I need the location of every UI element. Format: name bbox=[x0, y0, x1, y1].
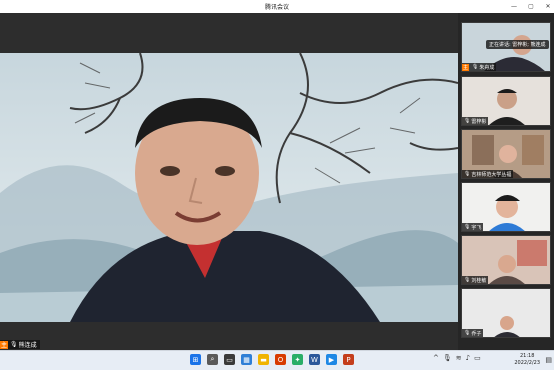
chevron-up-icon[interactable]: ^ bbox=[433, 354, 439, 362]
speaking-indicator: 正在讲话: 雷梓彬; 熊连成 bbox=[486, 40, 549, 49]
host-badge: 主 bbox=[0, 340, 8, 349]
speaking-label: 正在讲话: 雷梓彬; 熊连成 bbox=[489, 42, 546, 48]
participant-sidebar: 正在讲话: 雷梓彬; 熊连成 主 🎙 朱舟成 🎙 雷梓彬 🎙 吉林师范大学丛福 … bbox=[458, 13, 554, 350]
microphone-icon: 🎙 bbox=[464, 330, 471, 336]
main-speaker-video[interactable] bbox=[0, 53, 458, 322]
widgets-icon[interactable]: ▦ bbox=[241, 354, 252, 365]
participant-name: 乔子 bbox=[471, 330, 482, 337]
maximize-button[interactable]: ▢ bbox=[527, 3, 535, 10]
participant-name: 吉林师范大学丛福 bbox=[471, 171, 512, 178]
participant-name-tag: 🎙 乔子 bbox=[462, 329, 484, 337]
windows-taskbar: ⊞ ⌕ ▭ ▦ ▬ O ✦ W ▶ P ^ 🎙 ≋ ♪ ▭ 21:18 2022/2/23 ▤ bbox=[0, 350, 554, 370]
system-tray: ^ 🎙 ≋ ♪ ▭ bbox=[433, 354, 481, 362]
host-icon: 主 bbox=[462, 63, 469, 71]
meeting-window: 腾讯会议 — ▢ ✕ 主 🎙 熊连成 正在讲话: 雷梓彬; 熊连成 主 🎙 朱舟… bbox=[0, 0, 554, 370]
wechat-icon[interactable]: ✦ bbox=[292, 354, 303, 365]
network-icon[interactable]: ≋ bbox=[456, 354, 462, 362]
participant-name: 刘桂敏 bbox=[471, 277, 487, 284]
microphone-icon: 🎙 bbox=[464, 224, 471, 230]
main-speaker-name-tag: 主 🎙 熊连成 bbox=[0, 340, 40, 349]
notification-icon[interactable]: ▤ bbox=[545, 356, 552, 364]
participant-name: 雷梓彬 bbox=[471, 118, 487, 125]
search-icon[interactable]: ⌕ bbox=[207, 354, 218, 365]
participant-name-tag: 🎙 雷梓彬 bbox=[462, 117, 489, 125]
title-bar: 腾讯会议 — ▢ ✕ bbox=[0, 0, 554, 13]
office-icon[interactable]: O bbox=[275, 354, 286, 365]
participant-tile[interactable]: 🎙 刘桂敏 bbox=[461, 235, 551, 285]
participant-tile[interactable]: 🎙 吉林师范大学丛福 bbox=[461, 129, 551, 179]
microphone-icon: 🎙 bbox=[472, 64, 479, 70]
powerpoint-icon[interactable]: P bbox=[343, 354, 354, 365]
meeting-icon[interactable]: ▶ bbox=[326, 354, 337, 365]
volume-icon[interactable]: ♪ bbox=[466, 354, 470, 362]
window-title: 腾讯会议 bbox=[264, 4, 289, 11]
window-controls: — ▢ ✕ bbox=[510, 0, 552, 13]
participant-tile[interactable]: 🎙 雷梓彬 bbox=[461, 76, 551, 126]
minimize-button[interactable]: — bbox=[510, 3, 518, 10]
word-icon[interactable]: W bbox=[309, 354, 320, 365]
taskbar-apps: ⊞ ⌕ ▭ ▦ ▬ O ✦ W ▶ P bbox=[190, 354, 354, 365]
microphone-icon: 🎙 bbox=[10, 341, 18, 348]
microphone-icon: 🎙 bbox=[464, 118, 471, 124]
speaker-video-frame bbox=[0, 53, 458, 322]
task-view-icon[interactable]: ▭ bbox=[224, 354, 235, 365]
close-button[interactable]: ✕ bbox=[544, 3, 552, 10]
explorer-icon[interactable]: ▬ bbox=[258, 354, 269, 365]
participant-tile[interactable]: 🎙 宇飞 bbox=[461, 182, 551, 232]
clock-time: 21:18 bbox=[519, 353, 535, 359]
participant-name-tag: 🎙 宇飞 bbox=[462, 223, 484, 231]
main-speaker-name: 熊连成 bbox=[18, 342, 37, 349]
participant-name: 朱舟成 bbox=[479, 64, 495, 71]
battery-icon[interactable]: ▭ bbox=[474, 354, 481, 362]
clock[interactable]: 21:18 2022/2/23 bbox=[514, 353, 540, 367]
microphone-icon: 🎙 bbox=[464, 171, 471, 177]
start-icon[interactable]: ⊞ bbox=[190, 354, 201, 365]
microphone-icon: 🎙 bbox=[464, 277, 471, 283]
participant-tile[interactable]: 🎙 乔子 bbox=[461, 288, 551, 338]
participant-name: 宇飞 bbox=[471, 224, 482, 231]
participant-tile[interactable]: 正在讲话: 雷梓彬; 熊连成 主 🎙 朱舟成 bbox=[461, 22, 551, 72]
participant-name-tag: 🎙 刘桂敏 bbox=[462, 276, 489, 284]
main-video-area: 主 🎙 熊连成 bbox=[0, 13, 458, 350]
participant-name-tag: 主 🎙 朱舟成 bbox=[462, 63, 497, 71]
microphone-icon[interactable]: 🎙 bbox=[443, 354, 452, 362]
clock-date: 2022/2/23 bbox=[514, 360, 540, 366]
participant-name-tag: 🎙 吉林师范大学丛福 bbox=[462, 170, 514, 178]
